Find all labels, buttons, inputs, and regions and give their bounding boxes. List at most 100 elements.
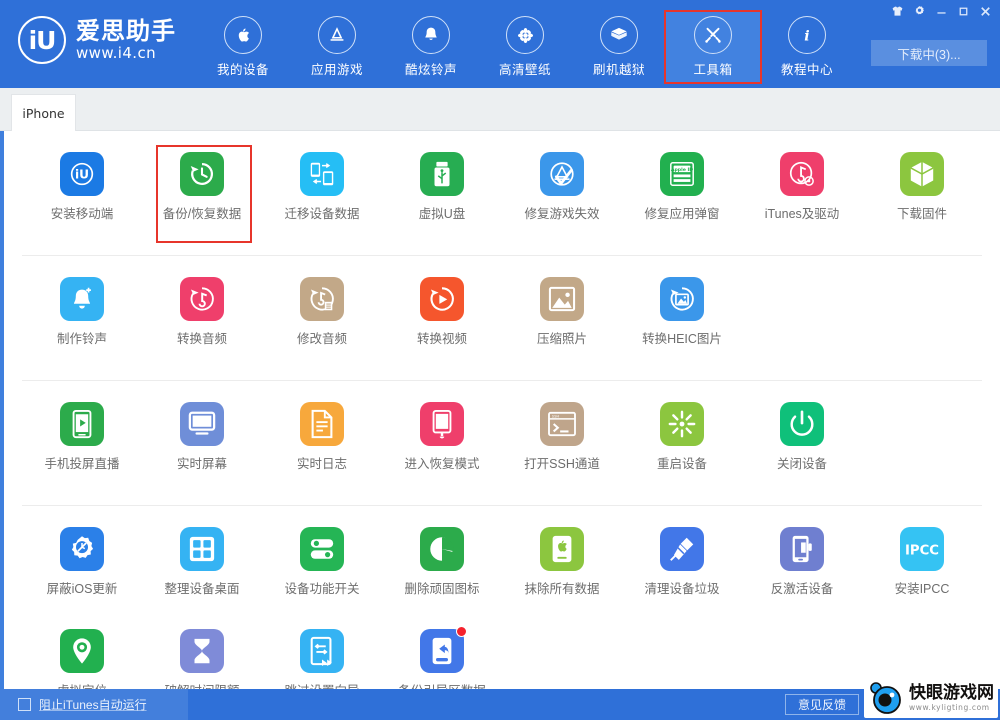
tool-item[interactable]: 虚拟定位 [22, 620, 142, 689]
svg-text:Apple ID: Apple ID [671, 167, 693, 173]
tool-item[interactable]: 清理设备垃圾 [622, 518, 742, 620]
tool-item[interactable]: 转换视频 [382, 268, 502, 370]
nav-item-label: 高清壁纸 [498, 63, 551, 77]
skip-setup-icon [300, 629, 344, 673]
nav-item-label: 应用游戏 [310, 63, 363, 77]
live-screen-icon [180, 402, 224, 446]
tab-iphone[interactable]: iPhone [11, 94, 76, 131]
feedback-button[interactable]: 意见反馈 [784, 694, 859, 715]
tool-item[interactable]: iU 安装移动端 [22, 143, 142, 245]
nav-item-apple[interactable]: 我的设备 [196, 12, 290, 82]
nav-item-label: 我的设备 [216, 63, 269, 77]
tool-label: iTunes及驱动 [764, 207, 840, 221]
tool-label: 进入恢复模式 [404, 457, 480, 471]
tool-label: 屏蔽iOS更新 [46, 582, 118, 596]
brand-logo[interactable]: iU 爱思助手 www.i4.cn [18, 16, 176, 64]
erase-all-icon [540, 527, 584, 571]
tool-label: 清理设备垃圾 [644, 582, 720, 596]
photo-compress-icon [540, 277, 584, 321]
tool-item[interactable]: 抹除所有数据 [502, 518, 622, 620]
tool-label: 压缩照片 [536, 332, 587, 346]
tool-item[interactable]: 下载固件 [862, 143, 982, 245]
tool-label: 下载固件 [896, 207, 947, 221]
recovery-mode-icon [420, 402, 464, 446]
tool-item[interactable]: IPCC 安装IPCC [862, 518, 982, 620]
screen-cast-icon [60, 402, 104, 446]
brand-url: www.i4.cn [76, 43, 157, 62]
tool-item[interactable]: 手机投屏直播 [22, 393, 142, 495]
tool-item[interactable]: 整理设备桌面 [142, 518, 262, 620]
tool-item[interactable]: 设备功能开关 [262, 518, 382, 620]
nav-item-appstore[interactable]: 应用游戏 [290, 12, 384, 82]
flower-icon [506, 16, 544, 54]
nav-item-label: 酷炫铃声 [404, 63, 457, 77]
tool-label: 迁移设备数据 [284, 207, 360, 221]
tool-item[interactable]: 迁移设备数据 [262, 143, 382, 245]
deactivate-icon [780, 527, 824, 571]
ipcc-icon: IPCC [900, 527, 944, 571]
watermark-text: 快眼游戏网 www.kyligting.com [909, 684, 994, 712]
close-icon[interactable] [974, 1, 996, 21]
tool-label: 实时屏幕 [176, 457, 227, 471]
tool-label: 设备功能开关 [284, 582, 360, 596]
tool-item[interactable]: 破解时间限额 [142, 620, 262, 689]
gear-icon[interactable] [908, 1, 930, 21]
backup-boot-icon [420, 626, 467, 673]
tool-item[interactable]: 反激活设备 [742, 518, 862, 620]
tool-item[interactable]: 跳过设置向导 [262, 620, 382, 689]
tool-label: 虚拟U盘 [418, 207, 466, 221]
heic-convert-icon [660, 277, 704, 321]
tool-label: 删除顽固图标 [404, 582, 480, 596]
tool-item[interactable]: 备份/恢复数据 [142, 143, 262, 245]
nav-item-info[interactable]: i 教程中心 [760, 12, 854, 82]
tool-item[interactable]: 重启设备 [622, 393, 742, 495]
nav-item-label: 工具箱 [693, 63, 733, 77]
download-status-button[interactable]: 下载中(3)... [871, 40, 987, 66]
tool-row: 手机投屏直播 实时屏幕 实时日志 进入恢复模式 SSH 打开SSH通道 重启设备 关闭设备 [22, 393, 982, 495]
tool-label: 重启设备 [656, 457, 707, 471]
tool-item[interactable]: 转换HEIC图片 [622, 268, 742, 370]
tool-item[interactable]: 屏蔽iOS更新 [22, 518, 142, 620]
tool-item[interactable]: 实时日志 [262, 393, 382, 495]
block-itunes-row[interactable]: 阻止iTunes自动运行 [0, 689, 188, 720]
bell-icon [412, 16, 450, 54]
svg-text:IPCC: IPCC [905, 544, 939, 559]
tool-label: 转换音频 [176, 332, 227, 346]
tool-item[interactable]: 关闭设备 [742, 393, 862, 495]
tool-item[interactable]: SSH 打开SSH通道 [502, 393, 622, 495]
tool-item[interactable]: 制作铃声 [22, 268, 142, 370]
minimize-icon[interactable] [930, 1, 952, 21]
tool-item[interactable]: 压缩照片 [502, 268, 622, 370]
tool-label: 抹除所有数据 [524, 582, 600, 596]
tool-item[interactable]: 虚拟U盘 [382, 143, 502, 245]
video-convert-icon [420, 277, 464, 321]
backup-restore-icon [180, 152, 224, 196]
tool-item[interactable]: 备份引导区数据 [382, 620, 502, 689]
tool-section: 屏蔽iOS更新 整理设备桌面 设备功能开关 删除顽固图标 抹除所有数据 清理设备垃圾 反激活… [22, 506, 982, 689]
block-itunes-label: 阻止iTunes自动运行 [39, 698, 147, 712]
nav-item-flower[interactable]: 高清壁纸 [478, 12, 572, 82]
tool-item[interactable]: 修复游戏失效 [502, 143, 622, 245]
tool-item[interactable]: 实时屏幕 [142, 393, 262, 495]
tool-item[interactable]: 删除顽固图标 [382, 518, 502, 620]
audio-edit-icon [300, 277, 344, 321]
tool-label: 修改音频 [296, 332, 347, 346]
tool-item[interactable]: 进入恢复模式 [382, 393, 502, 495]
tool-label: 安装移动端 [50, 207, 114, 221]
tool-item[interactable]: iTunes及驱动 [742, 143, 862, 245]
nav-item-label: 教程中心 [780, 63, 833, 77]
tool-item[interactable]: 转换音频 [142, 268, 262, 370]
nav-item-bell[interactable]: 酷炫铃声 [384, 12, 478, 82]
maximize-icon[interactable] [952, 1, 974, 21]
info-icon: i [788, 16, 826, 54]
tool-item[interactable]: Apple ID 修复应用弹窗 [622, 143, 742, 245]
status-bar: 阻止iTunes自动运行 意见反馈 微信 [0, 689, 1000, 720]
tool-label: 反激活设备 [770, 582, 834, 596]
watermark-name: 快眼游戏网 [909, 683, 994, 702]
nav-item-wrench[interactable]: 工具箱 [664, 10, 762, 84]
skin-icon[interactable] [886, 1, 908, 21]
nav-item-box-open[interactable]: 刷机越狱 [572, 12, 666, 82]
live-log-icon [300, 402, 344, 446]
tool-item[interactable]: 修改音频 [262, 268, 382, 370]
block-itunes-checkbox[interactable] [18, 698, 31, 711]
